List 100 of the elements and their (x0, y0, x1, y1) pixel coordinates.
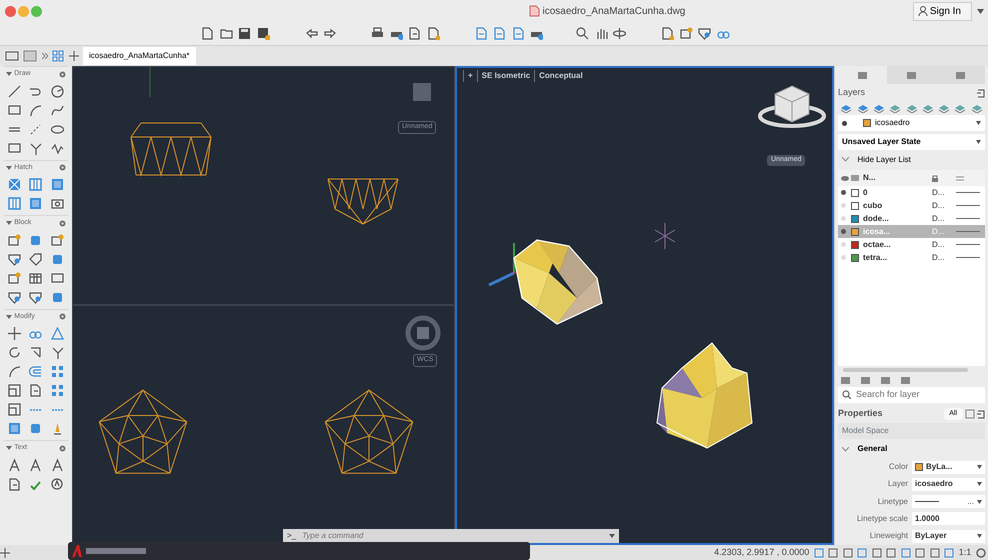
shield-icon[interactable] (7, 290, 22, 304)
gradient-icon[interactable] (28, 196, 44, 211)
layer-tool-icon[interactable] (922, 102, 934, 113)
rectangle-icon[interactable] (7, 102, 22, 118)
points-icon[interactable] (28, 122, 44, 136)
array-icon[interactable] (50, 383, 65, 398)
document-icon[interactable] (660, 26, 674, 40)
sign-in-button[interactable]: Sign In (912, 2, 972, 20)
caret-icon[interactable] (609, 534, 615, 538)
settings-icon[interactable] (59, 164, 66, 172)
fillet-icon[interactable] (28, 140, 44, 156)
shield-icon[interactable] (28, 290, 44, 304)
layer-row[interactable]: octae... D... (838, 238, 985, 251)
view-control[interactable]: SE Isometric (476, 70, 534, 82)
document-icon[interactable] (28, 383, 44, 398)
block-icon[interactable] (50, 232, 65, 248)
move-icon[interactable] (7, 326, 22, 341)
grid-view-icon[interactable] (52, 50, 64, 62)
layer-row[interactable]: 0 D... (838, 186, 985, 199)
layer-tool-icon[interactable] (889, 102, 902, 113)
layer-tool-icon[interactable] (840, 102, 852, 113)
undock-icon[interactable] (977, 88, 985, 98)
undock-icon[interactable] (977, 410, 985, 418)
navigation-wheel-icon[interactable] (406, 316, 440, 350)
save-icon[interactable] (237, 26, 251, 40)
annotation-scale[interactable]: 1:1 (958, 546, 972, 560)
add-tab-icon[interactable] (68, 51, 78, 61)
visual-style-control[interactable]: Conceptual (534, 70, 587, 82)
shield-icon[interactable] (697, 26, 711, 40)
orbit-icon[interactable] (612, 26, 626, 40)
import-icon[interactable] (492, 26, 506, 40)
settings-icon[interactable] (59, 220, 66, 227)
hide-layer-list-toggle[interactable]: Hide Layer List (838, 152, 985, 168)
text-icon[interactable] (50, 458, 65, 472)
document-icon[interactable] (407, 26, 421, 40)
layer-row[interactable]: tetra... D... (838, 251, 985, 264)
property-field[interactable]: icosaedro (912, 478, 985, 491)
caret-icon[interactable] (976, 8, 984, 14)
arc-icon[interactable] (28, 102, 44, 118)
rectangle-icon[interactable] (7, 140, 22, 156)
overflow-icon[interactable] (42, 52, 48, 60)
line-icon[interactable] (7, 84, 22, 98)
gradient-icon[interactable] (7, 421, 22, 436)
layer-tool-icon[interactable] (938, 102, 950, 113)
settings-icon[interactable] (59, 70, 66, 78)
gradient-icon[interactable] (50, 177, 65, 192)
settings-icon[interactable] (976, 548, 986, 558)
layer-search-field[interactable]: Search for layer (838, 386, 985, 403)
shield-icon[interactable] (7, 252, 22, 266)
property-field[interactable]: ByLayer (912, 530, 985, 542)
save-as-icon[interactable] (256, 26, 270, 40)
lock-icon[interactable] (932, 174, 938, 182)
current-layer-dropdown[interactable]: icosaedro (838, 115, 985, 132)
import-icon[interactable] (474, 26, 488, 40)
block-icon[interactable] (678, 26, 692, 40)
undo-icon[interactable] (304, 26, 318, 40)
rotate-icon[interactable] (7, 345, 22, 360)
arc-icon[interactable] (7, 364, 22, 379)
add-icon[interactable] (0, 548, 10, 558)
block-icon[interactable] (7, 270, 22, 286)
hatch-icon[interactable] (28, 177, 44, 192)
hatch-icon[interactable] (7, 196, 22, 211)
rectangle-icon[interactable] (50, 270, 65, 286)
printer-icon[interactable] (370, 26, 384, 40)
offset-icon[interactable] (28, 364, 44, 379)
view-cube-icon[interactable] (758, 85, 826, 128)
fillet-icon[interactable] (50, 345, 65, 360)
text-icon[interactable] (28, 458, 44, 472)
trim-icon[interactable] (28, 345, 44, 360)
zoom-icon[interactable] (575, 26, 589, 40)
document-icon[interactable] (7, 476, 22, 492)
document-icon[interactable] (426, 26, 440, 40)
property-field[interactable]: ByLa... (912, 460, 985, 474)
tag-icon[interactable] (28, 252, 44, 266)
block-icon[interactable] (7, 232, 22, 248)
new-file-icon[interactable] (200, 26, 214, 40)
layer-tool-icon[interactable] (954, 102, 966, 113)
command-line-field[interactable]: >_ Type a command (283, 529, 619, 543)
section-toggle[interactable]: General (838, 441, 985, 458)
layer-tool-icon[interactable] (970, 102, 983, 113)
array-icon[interactable] (50, 364, 65, 379)
scale-icon[interactable] (7, 402, 22, 417)
triangle-icon[interactable] (50, 326, 65, 341)
text-icon[interactable] (7, 458, 22, 472)
layer-row[interactable]: cubo D... (838, 199, 985, 212)
layout-icon[interactable] (23, 50, 37, 62)
viewport-menu-button[interactable]: + (463, 70, 477, 82)
space-dropdown[interactable]: Model Space (838, 423, 985, 439)
layer-tool-icon[interactable] (872, 102, 885, 113)
layer-row[interactable]: dode... D... (838, 212, 985, 225)
layer-tool-icon[interactable] (856, 102, 869, 113)
find-text-icon[interactable] (50, 476, 65, 492)
layer-state-dropdown[interactable]: Unsaved Layer State (838, 134, 985, 150)
settings-icon[interactable] (59, 444, 66, 452)
import-icon[interactable] (510, 26, 524, 40)
redo-icon[interactable] (322, 26, 336, 40)
properties-tab[interactable] (936, 66, 985, 84)
blocks-tab[interactable] (887, 66, 936, 84)
settings-icon[interactable] (59, 313, 66, 320)
file-tab[interactable]: icosaedro_AnaMartaCunha* (83, 47, 196, 65)
